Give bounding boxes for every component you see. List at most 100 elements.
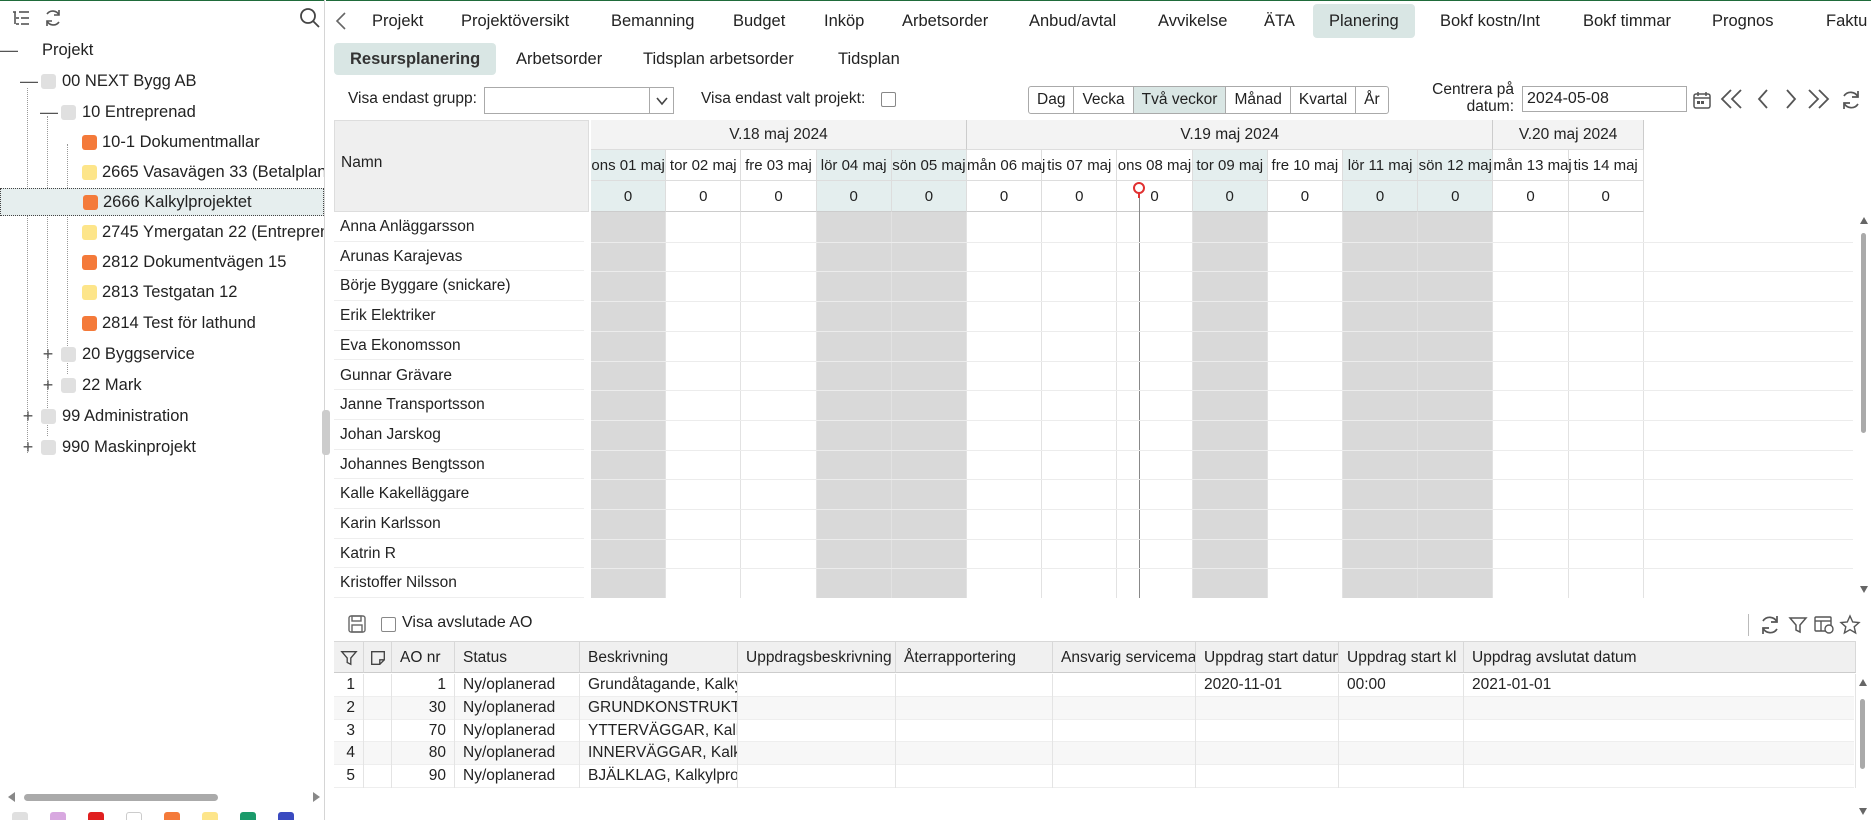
cell-uppdrag-avslutat-datum[interactable]: 2021-01-01: [1464, 674, 1856, 697]
cell-uppdragsbeskrivning[interactable]: [738, 719, 896, 743]
day-column[interactable]: [741, 212, 817, 598]
resource-name[interactable]: Johan Jarskog: [334, 420, 584, 450]
scrollbar-thumb[interactable]: [1860, 699, 1865, 769]
cell-ao-nr[interactable]: 80: [392, 742, 455, 766]
day-header[interactable]: tis 14 maj: [1568, 150, 1644, 181]
cell-ansvarig-serviceman[interactable]: [1053, 674, 1196, 697]
day-column[interactable]: [816, 212, 892, 598]
day-column[interactable]: [1343, 212, 1419, 598]
day-header[interactable]: tor 09 maj: [1192, 150, 1268, 181]
center-date-input[interactable]: 2024-05-08: [1522, 86, 1687, 112]
collapse-icon[interactable]: —: [0, 40, 18, 61]
color-swatch[interactable]: [278, 812, 294, 820]
cell-status[interactable]: Ny/oplanerad: [455, 696, 580, 720]
cell-status[interactable]: Ny/oplanerad: [455, 742, 580, 766]
cell-ao-nr[interactable]: 30: [392, 696, 455, 720]
resource-name[interactable]: Katrin R: [334, 539, 584, 569]
note-cell[interactable]: [364, 719, 392, 743]
tree-item-project[interactable]: 2812 Dokumentvägen 15: [0, 248, 324, 276]
cell-uppdragsbeskrivning[interactable]: [738, 765, 896, 788]
chevron-left-icon[interactable]: [1750, 86, 1776, 112]
subtab-arbetsorder[interactable]: Arbetsorder: [516, 43, 602, 75]
day-column[interactable]: [891, 212, 967, 598]
day-header[interactable]: fre 10 maj: [1267, 150, 1343, 181]
scrollbar-thumb[interactable]: [24, 794, 218, 801]
tree-item-maskinprojekt[interactable]: + 990 Maskinprojekt: [0, 433, 324, 461]
tab-bokf-timmar[interactable]: Bokf timmar: [1583, 4, 1671, 38]
resource-name[interactable]: Kalle Kakelläggare: [334, 479, 584, 509]
col-header-uppdragsbeskrivning[interactable]: Uppdragsbeskrivning: [738, 641, 896, 673]
period-vecka[interactable]: Vecka: [1074, 87, 1134, 113]
chevron-down-icon[interactable]: [649, 88, 673, 113]
tab-bokf-kostn[interactable]: Bokf kostn/Int: [1440, 4, 1540, 38]
tree-item-byggservice[interactable]: + 20 Byggservice: [0, 340, 324, 368]
row-number[interactable]: 5: [334, 765, 364, 788]
tab-ata[interactable]: ÄTA: [1264, 4, 1295, 38]
expand-icon[interactable]: +: [20, 406, 36, 427]
color-swatch[interactable]: [88, 812, 104, 820]
cell-ao-nr[interactable]: 90: [392, 765, 455, 788]
resource-name[interactable]: Erik Elektriker: [334, 301, 584, 331]
cell-ansvarig-serviceman[interactable]: [1053, 696, 1196, 720]
cell-uppdragsbeskrivning[interactable]: [738, 742, 896, 766]
tree-item-project[interactable]: 2745 Ymergatan 22 (Entreprenad): [0, 218, 324, 246]
cell-aterrapportering[interactable]: [896, 719, 1053, 743]
list-tree-icon[interactable]: [10, 7, 32, 29]
tab-prognos[interactable]: Prognos: [1712, 4, 1773, 38]
color-swatch[interactable]: [12, 812, 28, 820]
cell-status[interactable]: Ny/oplanerad: [455, 765, 580, 788]
resource-name[interactable]: Janne Transportsson: [334, 390, 584, 420]
note-cell[interactable]: [364, 674, 392, 697]
show-closed-ao-checkbox[interactable]: [381, 617, 396, 632]
note-cell[interactable]: [364, 742, 392, 766]
project-only-checkbox[interactable]: [881, 92, 896, 107]
day-column[interactable]: [1569, 212, 1644, 598]
cell-uppdrag-avslutat-datum[interactable]: [1464, 742, 1856, 766]
cell-ansvarig-serviceman[interactable]: [1053, 765, 1196, 788]
period-kvartal[interactable]: Kvartal: [1291, 87, 1357, 113]
search-icon[interactable]: [298, 6, 322, 30]
cell-ansvarig-serviceman[interactable]: [1053, 719, 1196, 743]
color-swatch[interactable]: [164, 812, 180, 820]
cell-uppdrag-start-kl[interactable]: [1339, 742, 1464, 766]
filter-icon[interactable]: [340, 649, 358, 666]
cell-aterrapportering[interactable]: [896, 696, 1053, 720]
cell-aterrapportering[interactable]: [896, 674, 1053, 697]
subtab-tidsplan[interactable]: Tidsplan: [838, 43, 900, 75]
cell-ao-nr[interactable]: 1: [392, 674, 455, 697]
expand-icon[interactable]: +: [20, 437, 36, 458]
tab-budget[interactable]: Budget: [733, 4, 785, 38]
tree-item-next-bygg[interactable]: — 00 NEXT Bygg AB: [0, 67, 324, 95]
period-tva-veckor[interactable]: Två veckor: [1133, 87, 1227, 113]
col-header-status[interactable]: Status: [455, 641, 580, 673]
col-header-uppdrag-avslutat-datum[interactable]: Uppdrag avslutat datum: [1464, 641, 1856, 673]
period-ar[interactable]: År: [1356, 87, 1388, 113]
subtab-resursplanering[interactable]: Resursplanering: [334, 43, 497, 75]
tab-inkop[interactable]: Inköp: [824, 4, 864, 38]
day-header[interactable]: mån 06 maj: [967, 150, 1045, 181]
note-cell[interactable]: [364, 765, 392, 788]
double-chevron-right-icon[interactable]: [1804, 86, 1832, 112]
day-column[interactable]: [591, 212, 667, 598]
row-number[interactable]: 2: [334, 696, 364, 720]
star-icon[interactable]: [1838, 613, 1862, 637]
cell-uppdrag-start-kl[interactable]: [1339, 765, 1464, 788]
tree-item-administration[interactable]: + 99 Administration: [0, 402, 324, 430]
day-header[interactable]: tor 02 maj: [666, 150, 742, 181]
tab-arbetsorder[interactable]: Arbetsorder: [902, 4, 988, 38]
day-header[interactable]: sön 12 maj: [1418, 150, 1494, 181]
day-header[interactable]: tis 07 maj: [1042, 150, 1118, 181]
day-header[interactable]: lör 11 maj: [1343, 150, 1419, 181]
day-column[interactable]: [967, 212, 1043, 598]
name-column-header[interactable]: Namn: [334, 120, 589, 212]
color-swatch[interactable]: [202, 812, 218, 820]
refresh-icon[interactable]: [42, 7, 64, 29]
cell-uppdrag-avslutat-datum[interactable]: [1464, 765, 1856, 788]
expand-icon[interactable]: +: [40, 375, 56, 396]
day-header[interactable]: ons 08 maj: [1117, 150, 1193, 181]
tab-planering[interactable]: Planering: [1313, 4, 1415, 38]
day-column[interactable]: [666, 212, 742, 598]
day-header[interactable]: fre 03 maj: [741, 150, 817, 181]
expand-icon[interactable]: +: [40, 344, 56, 365]
cell-beskrivning[interactable]: YTTERVÄGGAR, Kalkylp...: [580, 719, 738, 743]
